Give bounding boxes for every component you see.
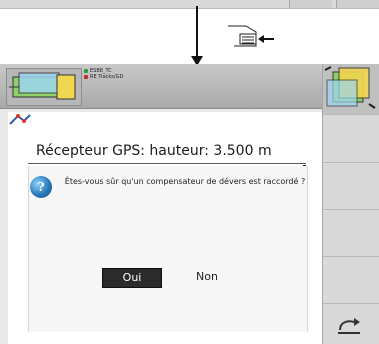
machine-overview-icon <box>324 66 376 109</box>
softkey-3[interactable] <box>323 163 379 210</box>
softkey-4[interactable] <box>323 210 379 257</box>
gps-height-title: Récepteur GPS: hauteur: 3.500 m <box>36 143 272 159</box>
strip-button-left <box>289 0 332 8</box>
softkey-column <box>322 64 379 344</box>
title-divider <box>28 163 306 164</box>
return-icon[interactable] <box>336 314 362 336</box>
status-red-icon <box>84 75 88 79</box>
previous-screen-strip <box>0 0 379 9</box>
dialog-question: Êtes-vous sûr qu'un compensateur de déve… <box>64 177 306 186</box>
softkey-2[interactable] <box>323 116 379 163</box>
title-info: ESB8_TC RE Tracks/GD <box>84 68 244 84</box>
page-root: ESB8_TC RE Tracks/GD Récepteur GPS: haut… <box>0 0 379 344</box>
confirm-dialog <box>28 166 308 332</box>
no-button[interactable]: Non <box>182 268 232 286</box>
title-info-line-2: RE Tracks/GD <box>84 74 244 80</box>
title-line-2: RE Tracks/GD <box>90 74 124 80</box>
back-arrow-icon <box>9 114 31 125</box>
arrow-down-line <box>196 6 198 60</box>
yes-button[interactable]: Oui <box>102 268 162 288</box>
machine-icon[interactable] <box>6 68 82 106</box>
softkey-5[interactable] <box>323 257 379 304</box>
strip-button-right <box>336 0 379 8</box>
softkey-top[interactable] <box>323 64 379 115</box>
title-bar: ESB8_TC RE Tracks/GD <box>0 64 322 109</box>
softkey-callout-icon <box>228 25 274 47</box>
info-icon: ? <box>30 176 52 198</box>
status-green-icon <box>84 69 88 73</box>
